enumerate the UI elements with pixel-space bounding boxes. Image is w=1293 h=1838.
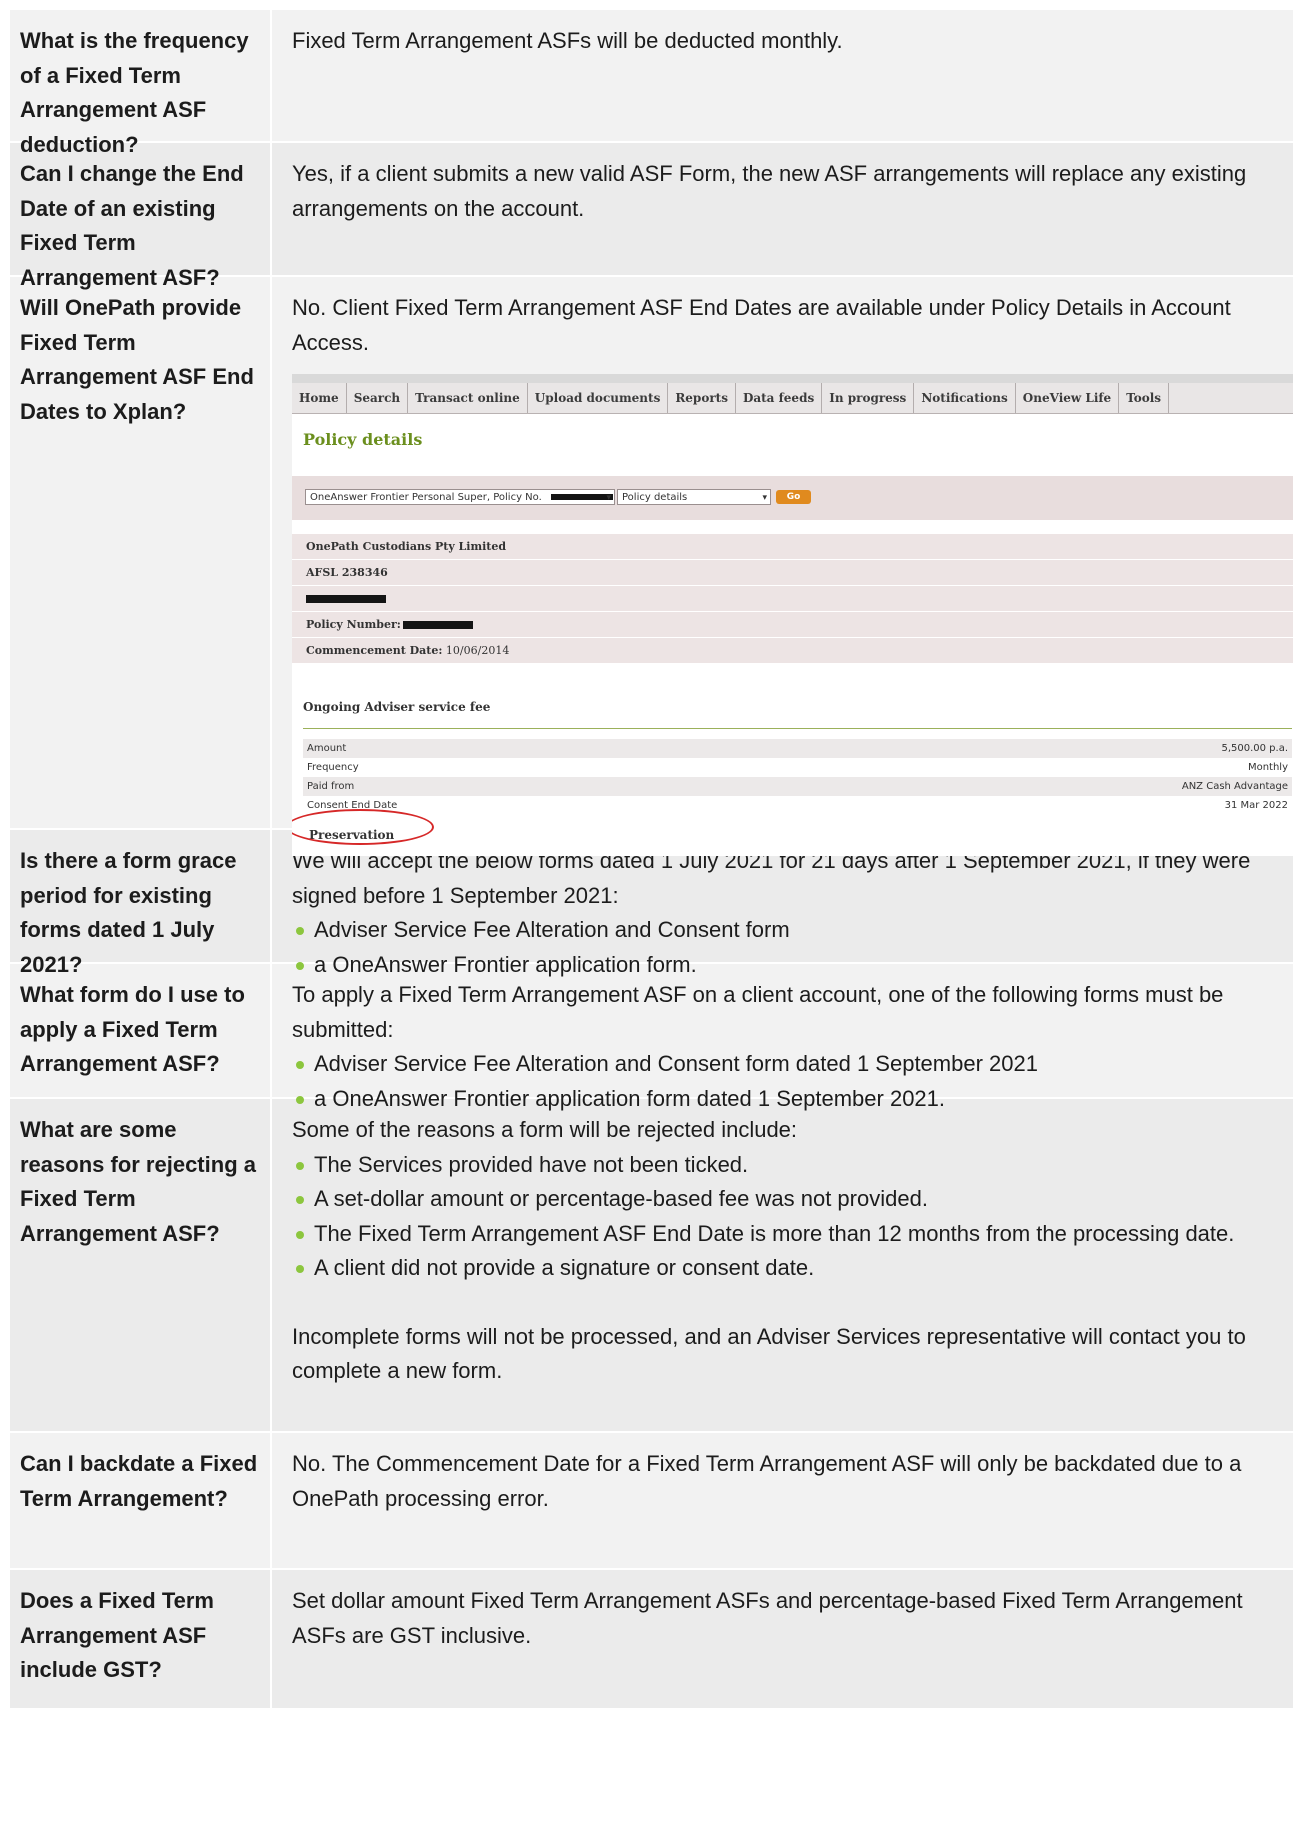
bullet-item: A client did not provide a signature or … [292, 1251, 1283, 1286]
fee-value: ANZ Cash Advantage [1181, 781, 1288, 792]
nav-upload-documents[interactable]: Upload documents [528, 383, 669, 413]
faq-question: Can I change the End Date of an existing… [10, 143, 272, 290]
redacted-row [292, 585, 1293, 612]
view-select[interactable]: Policy details ▾ [617, 488, 771, 505]
redacted-policy-number [550, 493, 613, 500]
policy-select-value: OneAnswer Frontier Personal Super, Polic… [310, 491, 542, 503]
redacted-policy-number [402, 620, 473, 629]
bullet-item: a OneAnswer Frontier application form. [292, 948, 1283, 983]
faq-row: Does a Fixed Term Arrangement ASF includ… [10, 1570, 1293, 1708]
answer-bullets: The Services provided have not been tick… [292, 1148, 1283, 1286]
fee-row: Frequency Monthly [303, 758, 1292, 777]
nav-search[interactable]: Search [347, 383, 409, 413]
fee-value: Monthly [1247, 762, 1288, 773]
faq-answer: Some of the reasons a form will be rejec… [272, 1099, 1293, 1431]
select-dropdown-icon: ▾ [606, 492, 611, 503]
faq-answer: No. Client Fixed Term Arrangement ASF En… [272, 277, 1293, 856]
commencement-label: Commencement Date: [306, 643, 443, 657]
preservation-heading: Preservation [309, 828, 395, 842]
afsl-row: AFSL 238346 [292, 559, 1293, 586]
bullet-item: Adviser Service Fee Alteration and Conse… [292, 913, 1283, 948]
answer-text: Some of the reasons a form will be rejec… [292, 1117, 798, 1142]
faq-question: Is there a form grace period for existin… [10, 830, 272, 977]
select-dropdown-icon: ▾ [762, 492, 767, 503]
fee-label: Frequency [307, 762, 359, 773]
faq-question: What is the frequency of a Fixed Term Ar… [10, 10, 272, 157]
go-button[interactable]: Go [776, 489, 811, 504]
answer-text: Fixed Term Arrangement ASFs will be dedu… [292, 28, 843, 53]
redacted-client-name [306, 594, 386, 603]
answer-closing: Incomplete forms will not be processed, … [292, 1323, 1246, 1384]
faq-row: Will OnePath provide Fixed Term Arrangem… [10, 277, 1293, 856]
faq-answer: Fixed Term Arrangement ASFs will be dedu… [272, 10, 1293, 141]
highlight-ring [292, 809, 434, 845]
fee-label: Paid from [307, 781, 355, 792]
afsl-number: AFSL 238346 [306, 565, 388, 579]
faq-answer: Yes, if a client submits a new valid ASF… [272, 143, 1293, 275]
fee-label: Amount [307, 743, 347, 754]
faq-row: What is the frequency of a Fixed Term Ar… [10, 10, 1293, 157]
answer-bullets: Adviser Service Fee Alteration and Conse… [292, 1047, 1283, 1116]
faq-answer: No. The Commencement Date for a Fixed Te… [272, 1433, 1293, 1568]
policy-select-bar: OneAnswer Frontier Personal Super, Polic… [292, 475, 1293, 520]
faq-row: What are some reasons for rejecting a Fi… [10, 1099, 1293, 1433]
nav-notifications[interactable]: Notifications [914, 383, 1016, 413]
nav-data-feeds[interactable]: Data feeds [736, 383, 823, 413]
answer-text: No. The Commencement Date for a Fixed Te… [292, 1451, 1242, 1511]
faq-answer: Set dollar amount Fixed Term Arrangement… [272, 1570, 1293, 1708]
screenshot-top-strip [292, 374, 1293, 383]
faq-row: What form do I use to apply a Fixed Term… [10, 964, 1293, 1111]
nav-tools[interactable]: Tools [1119, 383, 1170, 413]
bullet-item: Adviser Service Fee Alteration and Conse… [292, 1047, 1283, 1082]
bullet-item: The Services provided have not been tick… [292, 1148, 1283, 1183]
faq-question: What form do I use to apply a Fixed Term… [10, 964, 272, 1097]
policy-select[interactable]: OneAnswer Frontier Personal Super, Polic… [305, 488, 615, 505]
bullet-item: a OneAnswer Frontier application form da… [292, 1082, 1283, 1117]
fee-value: 5,500.00 p.a. [1221, 743, 1288, 754]
policy-number-label: Policy Number: [306, 617, 401, 631]
commencement-value: 10/06/2014 [445, 643, 510, 657]
bullet-item: A set-dollar amount or percentage-based … [292, 1182, 1283, 1217]
faq-question: Will OnePath provide Fixed Term Arrangem… [10, 277, 272, 828]
screenshot-nav-bar: Home Search Transact online Upload docum… [292, 383, 1293, 414]
bullet-item: The Fixed Term Arrangement ASF End Date … [292, 1217, 1283, 1252]
company-row: OnePath Custodians Pty Limited [292, 533, 1293, 560]
policy-number-row: Policy Number: [292, 611, 1293, 638]
nav-transact-online[interactable]: Transact online [408, 383, 528, 413]
faq-question: Does a Fixed Term Arrangement ASF includ… [10, 1570, 272, 1708]
faq-answer: To apply a Fixed Term Arrangement ASF on… [272, 964, 1293, 1111]
answer-text: Set dollar amount Fixed Term Arrangement… [292, 1588, 1243, 1648]
company-name: OnePath Custodians Pty Limited [306, 539, 507, 553]
faq-question: What are some reasons for rejecting a Fi… [10, 1099, 272, 1431]
fee-section-title: Ongoing Adviser service fee [303, 690, 1292, 729]
nav-oneview-life[interactable]: OneView Life [1016, 383, 1120, 413]
policy-details-title: Policy details [303, 430, 423, 449]
answer-text: Yes, if a client submits a new valid ASF… [292, 161, 1247, 221]
faq-table: What is the frequency of a Fixed Term Ar… [10, 10, 1293, 1708]
faq-question: Can I backdate a Fixed Term Arrangement? [10, 1433, 272, 1568]
commencement-row: Commencement Date: 10/06/2014 [292, 637, 1293, 664]
fee-row: Amount 5,500.00 p.a. [303, 739, 1292, 758]
fee-value: 31 Mar 2022 [1224, 800, 1288, 811]
policy-details-screenshot: Home Search Transact online Upload docum… [292, 374, 1293, 856]
faq-row: Can I change the End Date of an existing… [10, 143, 1293, 290]
nav-home[interactable]: Home [292, 383, 347, 413]
fee-row: Consent End Date 31 Mar 2022 [303, 796, 1292, 815]
answer-text: To apply a Fixed Term Arrangement ASF on… [292, 982, 1224, 1042]
nav-in-progress[interactable]: In progress [822, 383, 915, 413]
answer-text: No. Client Fixed Term Arrangement ASF En… [292, 295, 1231, 355]
fee-row: Paid from ANZ Cash Advantage [303, 777, 1292, 796]
answer-bullets: Adviser Service Fee Alteration and Conse… [292, 913, 1283, 982]
nav-reports[interactable]: Reports [668, 383, 736, 413]
view-select-value: Policy details [622, 491, 688, 503]
faq-row: Can I backdate a Fixed Term Arrangement?… [10, 1433, 1293, 1570]
